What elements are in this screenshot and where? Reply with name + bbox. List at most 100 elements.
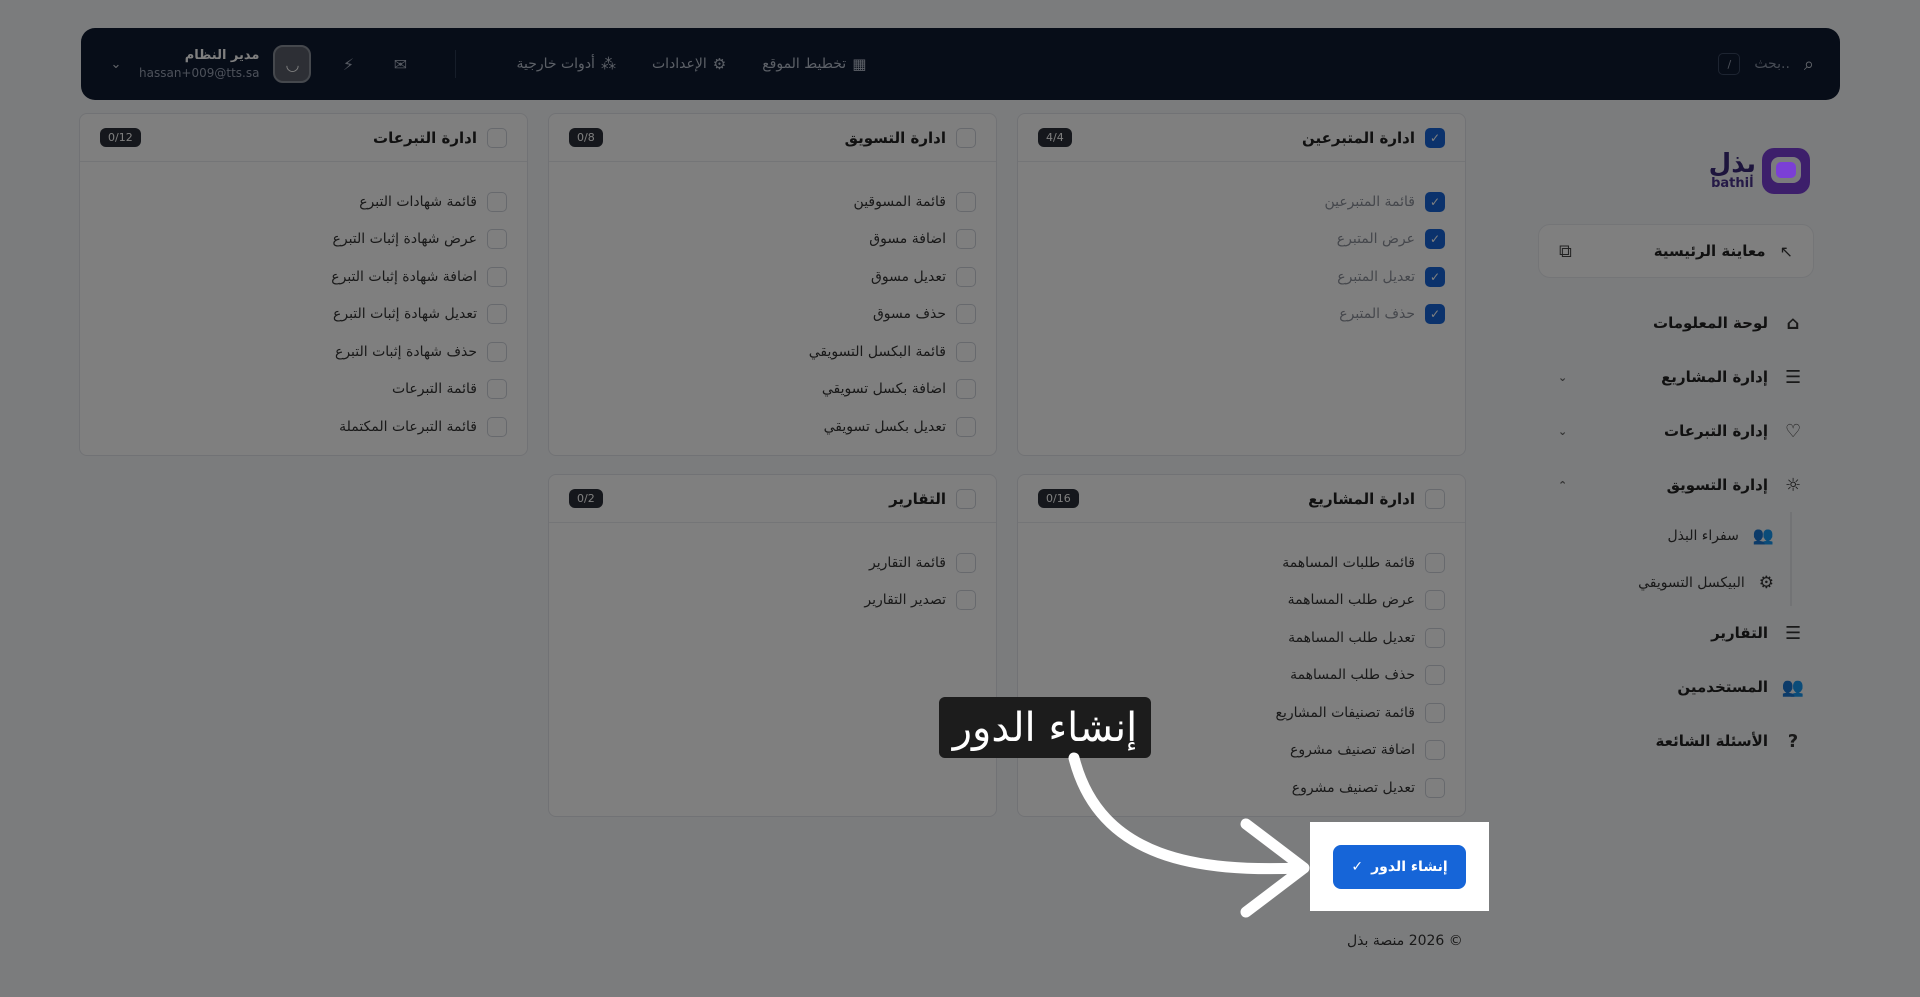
permission-row[interactable]: حذف مسوق (569, 296, 976, 334)
card-header: ✓ ادارة المتبرعين 4/4 (1018, 114, 1465, 162)
permission-row[interactable]: قائمة التقارير (569, 544, 976, 582)
permission-checkbox[interactable] (1425, 665, 1445, 686)
permission-checkbox[interactable] (1425, 627, 1445, 648)
settings-label: الإعدادات (651, 56, 707, 72)
preview-home-button[interactable]: ↖ معاينة الرئيسية ⧉ (1538, 224, 1814, 278)
card-body: قائمة شهادات التبرع عرض شهادة إثبات التب… (80, 162, 527, 446)
permission-row[interactable]: قائمة البكسل التسويقي (569, 333, 976, 371)
sidebar-item-donations[interactable]: ♡ إدارة التبرعات ⌄ (1538, 404, 1820, 458)
permission-row[interactable]: اضافة مسوق (569, 221, 976, 259)
sidebar-item-marketing[interactable]: ☼ إدارة التسويق ⌃ (1538, 458, 1820, 512)
permission-label: اضافة شهادة إثبات التبرع (331, 268, 477, 285)
lightning-icon[interactable]: ⚡ (333, 49, 363, 79)
permission-row[interactable]: عرض شهادة إثبات التبرع (100, 221, 507, 259)
permission-checkbox[interactable] (487, 266, 507, 287)
permission-row[interactable]: تعديل مسوق (569, 258, 976, 296)
sidebar-item-ambassadors[interactable]: 👥 سفراء البذل (1538, 512, 1782, 559)
card-title: التقارير (889, 489, 946, 508)
permission-row[interactable]: ✓ قائمة المتبرعين (1038, 183, 1445, 221)
permission-checkbox[interactable] (487, 229, 507, 250)
sidebar-item-reports[interactable]: ☰ التقارير (1538, 606, 1820, 660)
permission-checkbox[interactable] (1425, 552, 1445, 573)
permission-checkbox[interactable] (956, 341, 976, 362)
permission-checkbox[interactable]: ✓ (1425, 266, 1445, 287)
permission-row[interactable]: ✓ حذف المتبرع (1038, 296, 1445, 334)
sidebar-item-dashboard[interactable]: ⌂ لوحة المعلومات (1538, 296, 1820, 350)
card-header: ادارة التبرعات 0/12 (80, 114, 527, 162)
permission-row[interactable]: تعديل طلب المساهمة (1038, 619, 1445, 657)
permission-row[interactable]: قائمة التبرعات المكتملة (100, 408, 507, 446)
apps-icon: ⁂ (600, 55, 616, 73)
permission-label: قائمة تصنيفات المشاريع (1275, 704, 1415, 721)
logo-mark (1762, 148, 1810, 194)
sidebar-item-faq[interactable]: ? الأسئلة الشائعة (1538, 714, 1820, 768)
permission-checkbox[interactable] (487, 416, 507, 437)
permission-checkbox[interactable] (1425, 702, 1445, 723)
search-shortcut: / (1718, 53, 1741, 75)
permission-row[interactable]: حذف طلب المساهمة (1038, 657, 1445, 695)
permission-checkbox[interactable]: ✓ (1425, 191, 1445, 212)
avatar[interactable]: ◡ (273, 45, 312, 83)
site-layout-link[interactable]: ▦ تخطيط الموقع (762, 55, 866, 73)
permission-row[interactable]: تعديل بكسل تسويقي (569, 408, 976, 446)
select-all-checkbox[interactable] (956, 127, 976, 148)
sidebar-item-users[interactable]: 👥 المستخدمين (1538, 660, 1820, 714)
permission-row[interactable]: اضافة بكسل تسويقي (569, 371, 976, 409)
inbox-icon[interactable]: ✉ (385, 49, 415, 79)
user-menu[interactable]: ⌄ مدير النظام hassan+009@tts.sa ◡ (107, 45, 312, 83)
permission-row[interactable]: اضافة شهادة إثبات التبرع (100, 258, 507, 296)
permission-checkbox[interactable] (1425, 590, 1445, 611)
create-role-button[interactable]: إنشاء الدور ✓ (1333, 844, 1466, 889)
select-all-checkbox[interactable] (956, 488, 976, 509)
permission-row[interactable]: تصدير التقارير (569, 582, 976, 620)
permission-card-donors: ✓ ادارة المتبرعين 4/4 ✓ قائمة المتبرعين ✓… (1017, 113, 1466, 456)
select-all-checkbox[interactable] (487, 127, 507, 148)
permission-row[interactable]: قائمة المسوقين (569, 183, 976, 221)
user-name: مدير النظام (184, 48, 260, 63)
permission-row[interactable]: ✓ تعديل المتبرع (1038, 258, 1445, 296)
select-all-checkbox[interactable] (1425, 488, 1445, 509)
sidebar-item-projects[interactable]: ☰ إدارة المشاريع ⌄ (1538, 350, 1820, 404)
select-all-checkbox[interactable]: ✓ (1425, 127, 1445, 148)
permission-checkbox[interactable] (956, 552, 976, 573)
permission-row[interactable]: قائمة شهادات التبرع (100, 183, 507, 221)
permission-label: تصدير التقارير (864, 592, 946, 609)
permission-checkbox[interactable] (956, 590, 976, 611)
permission-checkbox[interactable] (1425, 740, 1445, 761)
permission-row[interactable]: حذف شهادة إثبات التبرع (100, 333, 507, 371)
permission-checkbox[interactable] (956, 416, 976, 437)
permission-checkbox[interactable] (487, 379, 507, 400)
permission-label: تعديل طلب المساهمة (1288, 629, 1415, 646)
permission-row[interactable]: تعديل شهادة إثبات التبرع (100, 296, 507, 334)
permission-checkbox[interactable] (956, 379, 976, 400)
permission-row[interactable]: قائمة طلبات المساهمة (1038, 544, 1445, 582)
permission-checkbox[interactable] (487, 304, 507, 325)
permission-label: حذف طلب المساهمة (1290, 667, 1415, 684)
permission-checkbox[interactable] (487, 191, 507, 212)
search-box[interactable]: / بحث.. ⌕ (1718, 53, 1814, 75)
permission-checkbox[interactable] (1425, 777, 1445, 798)
permission-checkbox[interactable] (487, 341, 507, 362)
logo[interactable]: بذل bathil (1709, 148, 1810, 194)
permission-row[interactable]: ✓ عرض المتبرع (1038, 221, 1445, 259)
permission-checkbox[interactable]: ✓ (1425, 304, 1445, 325)
copy-icon[interactable]: ⧉ (1559, 241, 1572, 262)
permission-row[interactable]: قائمة التبرعات (100, 371, 507, 409)
external-tools-link[interactable]: ⁂ أدوات خارجية (516, 55, 615, 73)
permission-checkbox[interactable] (956, 266, 976, 287)
permission-checkbox[interactable] (956, 304, 976, 325)
settings-link[interactable]: ⚙ الإعدادات (652, 55, 726, 73)
hand-heart-icon: ♡ (1784, 420, 1802, 442)
permission-checkbox[interactable] (956, 229, 976, 250)
create-role-label: إنشاء الدور (1371, 858, 1448, 875)
permission-checkbox[interactable]: ✓ (1425, 229, 1445, 250)
search-input[interactable]: بحث.. (1754, 56, 1790, 72)
permission-label: قائمة المسوقين (853, 193, 946, 210)
card-header: التقارير 0/2 (549, 475, 996, 523)
permission-checkbox[interactable] (956, 191, 976, 212)
sidebar-item-pixel[interactable]: ⚙ البيكسل التسويقي (1538, 559, 1782, 606)
logo-text: بذل bathil (1709, 151, 1756, 191)
logo-arabic: بذل (1708, 149, 1756, 179)
chevron-down-icon[interactable]: ⌄ (107, 55, 125, 73)
permission-row[interactable]: عرض طلب المساهمة (1038, 582, 1445, 620)
